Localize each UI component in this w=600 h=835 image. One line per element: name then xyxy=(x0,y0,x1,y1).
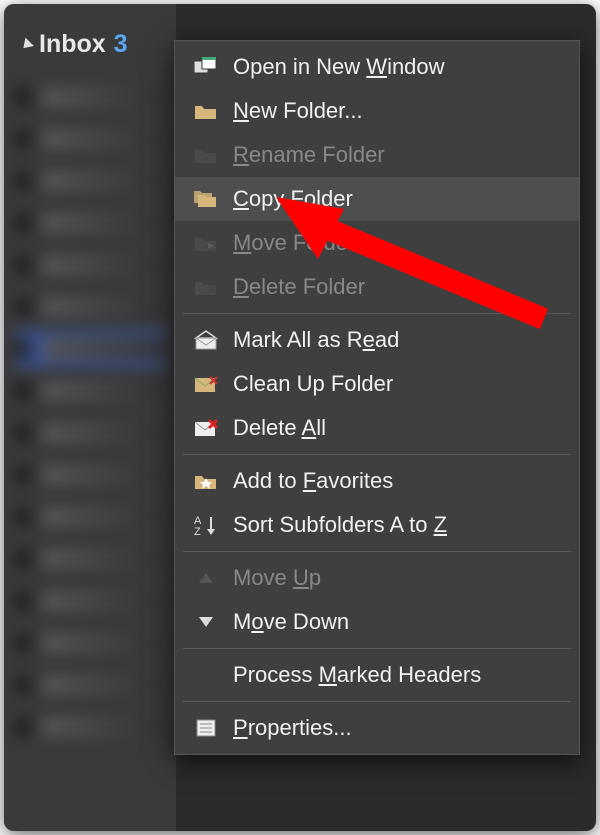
sidebar-item-blurred xyxy=(14,331,166,367)
menu-item-label: Delete All xyxy=(233,415,326,441)
sidebar-item-blurred xyxy=(14,247,166,283)
envelope-clean-icon xyxy=(193,371,219,397)
blank-icon xyxy=(193,662,219,688)
envelope-open-icon xyxy=(193,327,219,353)
triangle-up-icon xyxy=(193,565,219,591)
menu-item-label: Move Up xyxy=(233,565,321,591)
sidebar-item-blurred xyxy=(14,163,166,199)
menu-item-label: Process Marked Headers xyxy=(233,662,481,688)
expand-triangle-icon xyxy=(19,37,34,52)
envelope-delete-icon xyxy=(193,415,219,441)
menu-separator xyxy=(183,648,571,649)
menu-item-delete-all[interactable]: Delete All xyxy=(175,406,579,450)
menu-item-rename-folder: Rename Folder xyxy=(175,133,579,177)
menu-item-copy-folder[interactable]: Copy Folder xyxy=(175,177,579,221)
sidebar-item-blurred xyxy=(14,415,166,451)
menu-item-label: Rename Folder xyxy=(233,142,385,168)
menu-item-label: Copy Folder xyxy=(233,186,353,212)
menu-item-move-folder: Move Folder xyxy=(175,221,579,265)
inbox-label: Inbox xyxy=(39,30,106,59)
properties-icon xyxy=(193,715,219,741)
menu-item-delete-folder: Delete Folder xyxy=(175,265,579,309)
menu-item-open-in-new-window[interactable]: Open in New Window xyxy=(175,45,579,89)
menu-item-label: Move Down xyxy=(233,609,349,635)
sidebar-item-blurred xyxy=(14,289,166,325)
folder-dark-icon xyxy=(193,142,219,168)
menu-separator xyxy=(183,701,571,702)
folders-icon xyxy=(193,186,219,212)
menu-item-mark-all-as-read[interactable]: Mark All as Read xyxy=(175,318,579,362)
folder-context-menu: Open in New Window New Folder... Rename Fo… xyxy=(174,40,580,755)
menu-item-new-folder[interactable]: New Folder... xyxy=(175,89,579,133)
menu-item-label: Open in New Window xyxy=(233,54,445,80)
inbox-unread-count: 3 xyxy=(114,30,128,59)
menu-separator xyxy=(183,454,571,455)
sidebar-item-blurred xyxy=(14,499,166,535)
menu-separator xyxy=(183,551,571,552)
menu-item-sort-subfolders-a-to-z[interactable]: AZ Sort Subfolders A to Z xyxy=(175,503,579,547)
menu-item-label: New Folder... xyxy=(233,98,363,124)
menu-item-move-up: Move Up xyxy=(175,556,579,600)
app-window: Inbox 3 Open in New Window New Folder... R… xyxy=(4,4,596,831)
menu-item-label: Sort Subfolders A to Z xyxy=(233,512,447,538)
sidebar-item-blurred xyxy=(14,625,166,661)
menu-item-process-marked-headers[interactable]: Process Marked Headers xyxy=(175,653,579,697)
sidebar-item-blurred xyxy=(14,457,166,493)
svg-text:Z: Z xyxy=(194,526,201,536)
menu-item-clean-up-folder[interactable]: Clean Up Folder xyxy=(175,362,579,406)
menu-item-label: Add to Favorites xyxy=(233,468,393,494)
triangle-down-icon xyxy=(193,609,219,635)
sidebar-item-blurred xyxy=(14,667,166,703)
sidebar-item-blurred xyxy=(14,583,166,619)
folder-move-icon xyxy=(193,230,219,256)
folder-delete-icon xyxy=(193,274,219,300)
menu-item-properties[interactable]: Properties... xyxy=(175,706,579,750)
menu-item-add-to-favorites[interactable]: Add to Favorites xyxy=(175,459,579,503)
sidebar-item-blurred xyxy=(14,79,166,115)
sidebar-item-blurred xyxy=(14,373,166,409)
folder-star-icon xyxy=(193,468,219,494)
inbox-folder-item[interactable]: Inbox 3 xyxy=(4,24,176,73)
folder-sidebar: Inbox 3 xyxy=(4,4,176,831)
menu-item-label: Clean Up Folder xyxy=(233,371,393,397)
menu-item-move-down[interactable]: Move Down xyxy=(175,600,579,644)
menu-item-label: Move Folder xyxy=(233,230,355,256)
windows-icon xyxy=(193,54,219,80)
menu-separator xyxy=(183,313,571,314)
menu-item-label: Delete Folder xyxy=(233,274,365,300)
menu-item-label: Properties... xyxy=(233,715,352,741)
sidebar-item-blurred xyxy=(14,205,166,241)
folder-icon xyxy=(193,98,219,124)
sidebar-item-blurred xyxy=(14,541,166,577)
sort-az-icon: AZ xyxy=(193,512,219,538)
sidebar-item-blurred xyxy=(14,121,166,157)
sidebar-item-blurred xyxy=(14,709,166,745)
menu-item-label: Mark All as Read xyxy=(233,327,399,353)
